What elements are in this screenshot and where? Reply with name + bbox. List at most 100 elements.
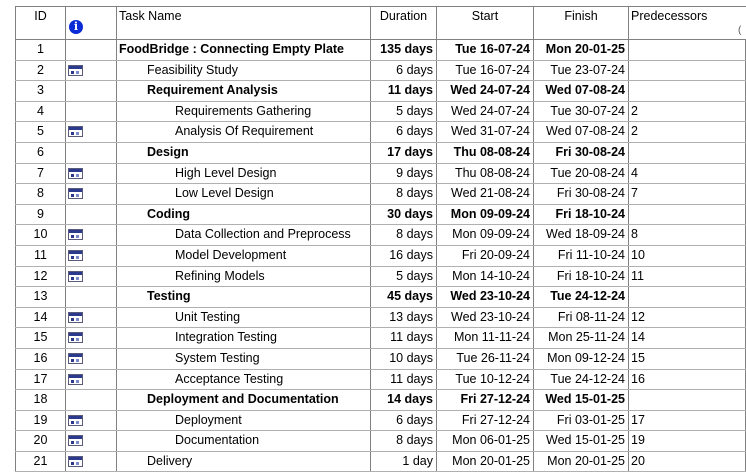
task-predecessors-cell[interactable]: [628, 81, 746, 101]
task-start-cell[interactable]: Wed 23-10-24: [436, 307, 533, 328]
task-finish-cell[interactable]: Wed 15-01-25: [533, 390, 628, 410]
task-duration-cell[interactable]: 17 days: [370, 142, 436, 163]
task-duration-cell[interactable]: 10 days: [370, 348, 436, 369]
task-finish-cell[interactable]: Fri 08-11-24: [533, 307, 628, 328]
task-predecessors-cell[interactable]: 19: [628, 431, 746, 451]
task-id-cell[interactable]: 2: [15, 60, 65, 81]
task-row[interactable]: 19 Deployment 6 days Fri 27-12-24 Fri 03-01-…: [15, 410, 746, 432]
task-start-cell[interactable]: Mon 06-01-25: [436, 431, 533, 451]
task-finish-cell[interactable]: Tue 24-12-24: [533, 287, 628, 307]
task-predecessors-cell[interactable]: 12: [628, 307, 746, 328]
task-finish-cell[interactable]: Tue 30-07-24: [533, 101, 628, 122]
task-duration-cell[interactable]: 16 days: [370, 245, 436, 266]
task-finish-cell[interactable]: Fri 18-10-24: [533, 266, 628, 287]
task-finish-cell[interactable]: Mon 09-12-24: [533, 348, 628, 369]
task-name-cell[interactable]: Design: [116, 142, 370, 163]
task-predecessors-cell[interactable]: [628, 287, 746, 307]
task-indicator-cell[interactable]: [65, 390, 116, 410]
task-indicator-cell[interactable]: [65, 184, 116, 204]
task-id-cell[interactable]: 16: [15, 348, 65, 369]
task-predecessors-cell[interactable]: 4: [628, 163, 746, 184]
task-start-cell[interactable]: Fri 27-12-24: [436, 390, 533, 410]
task-start-cell[interactable]: Wed 21-08-24: [436, 184, 533, 204]
task-start-cell[interactable]: Tue 16-07-24: [436, 60, 533, 81]
task-row[interactable]: 15 Integration Testing 11 days Mon 11-11-24…: [15, 328, 746, 349]
task-indicator-cell[interactable]: [65, 307, 116, 328]
task-start-cell[interactable]: Wed 24-07-24: [436, 81, 533, 101]
task-id-cell[interactable]: 20: [15, 431, 65, 451]
task-finish-cell[interactable]: Fri 11-10-24: [533, 245, 628, 266]
task-id-cell[interactable]: 15: [15, 328, 65, 348]
task-name-cell[interactable]: High Level Design: [116, 163, 370, 184]
task-indicator-cell[interactable]: [65, 369, 116, 390]
task-start-cell[interactable]: Mon 09-09-24: [436, 204, 533, 225]
task-id-cell[interactable]: 1: [15, 40, 65, 60]
task-finish-cell[interactable]: Tue 20-08-24: [533, 163, 628, 184]
task-duration-cell[interactable]: 5 days: [370, 101, 436, 122]
task-start-cell[interactable]: Thu 08-08-24: [436, 142, 533, 163]
task-row[interactable]: 21 Delivery 1 day Mon 20-01-25 Mon 20-01-25 2…: [15, 451, 746, 472]
task-row[interactable]: 20 Documentation 8 days Mon 06-01-25 Wed 15-…: [15, 431, 746, 452]
task-row[interactable]: 9 Coding 30 days Mon 09-09-24 Fri 18-10-24: [15, 204, 746, 226]
task-name-cell[interactable]: FoodBridge : Connecting Empty Plate: [116, 40, 370, 60]
task-row[interactable]: 4 Requirements Gathering 5 days Wed 24-07-2…: [15, 101, 746, 123]
task-row[interactable]: 8 Low Level Design 8 days Wed 21-08-24 Fri 3…: [15, 184, 746, 205]
task-duration-cell[interactable]: 8 days: [370, 431, 436, 451]
task-id-cell[interactable]: 8: [15, 184, 65, 204]
task-predecessors-cell[interactable]: 11: [628, 266, 746, 287]
task-row[interactable]: 11 Model Development 16 days Fri 20-09-24 Fr…: [15, 245, 746, 267]
task-start-cell[interactable]: Mon 09-09-24: [436, 225, 533, 245]
task-indicator-cell[interactable]: [65, 163, 116, 184]
task-duration-cell[interactable]: 13 days: [370, 307, 436, 328]
task-name-cell[interactable]: Low Level Design: [116, 184, 370, 204]
task-duration-cell[interactable]: 5 days: [370, 266, 436, 287]
task-id-cell[interactable]: 4: [15, 101, 65, 122]
task-name-cell[interactable]: Deployment and Documentation: [116, 390, 370, 410]
task-name-cell[interactable]: Analysis Of Requirement: [116, 122, 370, 142]
task-predecessors-cell[interactable]: 20: [628, 451, 746, 472]
task-name-cell[interactable]: Deployment: [116, 410, 370, 431]
task-name-cell[interactable]: Feasibility Study: [116, 60, 370, 81]
task-id-cell[interactable]: 21: [15, 451, 65, 472]
task-row[interactable]: 1 FoodBridge : Connecting Empty Plate 135 …: [15, 40, 746, 61]
task-finish-cell[interactable]: Tue 24-12-24: [533, 369, 628, 390]
task-finish-cell[interactable]: Tue 23-07-24: [533, 60, 628, 81]
task-row[interactable]: 16 System Testing 10 days Tue 26-11-24 Mon 0…: [15, 348, 746, 370]
task-start-cell[interactable]: Wed 23-10-24: [436, 287, 533, 307]
task-duration-cell[interactable]: 11 days: [370, 369, 436, 390]
task-name-cell[interactable]: Requirement Analysis: [116, 81, 370, 101]
task-indicator-cell[interactable]: [65, 410, 116, 431]
task-finish-cell[interactable]: Fri 30-08-24: [533, 184, 628, 204]
task-duration-cell[interactable]: 8 days: [370, 225, 436, 245]
task-name-cell[interactable]: Coding: [116, 204, 370, 225]
task-duration-cell[interactable]: 6 days: [370, 60, 436, 81]
task-predecessors-cell[interactable]: [628, 390, 746, 410]
column-header-id[interactable]: ID: [15, 7, 65, 39]
task-indicator-cell[interactable]: [65, 287, 116, 307]
task-finish-cell[interactable]: Wed 15-01-25: [533, 431, 628, 451]
task-id-cell[interactable]: 5: [15, 122, 65, 142]
task-predecessors-cell[interactable]: [628, 40, 746, 60]
task-id-cell[interactable]: 19: [15, 410, 65, 431]
task-name-cell[interactable]: Delivery: [116, 451, 370, 472]
task-predecessors-cell[interactable]: 8: [628, 225, 746, 245]
task-finish-cell[interactable]: Fri 03-01-25: [533, 410, 628, 431]
task-id-cell[interactable]: 12: [15, 266, 65, 287]
task-start-cell[interactable]: Wed 31-07-24: [436, 122, 533, 142]
task-start-cell[interactable]: Tue 10-12-24: [436, 369, 533, 390]
task-name-cell[interactable]: Acceptance Testing: [116, 369, 370, 390]
task-duration-cell[interactable]: 45 days: [370, 287, 436, 307]
task-name-cell[interactable]: Documentation: [116, 431, 370, 451]
task-finish-cell[interactable]: Wed 18-09-24: [533, 225, 628, 245]
task-start-cell[interactable]: Wed 24-07-24: [436, 101, 533, 122]
task-start-cell[interactable]: Mon 20-01-25: [436, 451, 533, 472]
task-id-cell[interactable]: 17: [15, 369, 65, 390]
column-header-predecessors[interactable]: Predecessors: [628, 7, 746, 39]
task-finish-cell[interactable]: Fri 30-08-24: [533, 142, 628, 163]
task-duration-cell[interactable]: 11 days: [370, 81, 436, 101]
task-predecessors-cell[interactable]: 10: [628, 245, 746, 266]
task-start-cell[interactable]: Fri 27-12-24: [436, 410, 533, 431]
task-row[interactable]: 13 Testing 45 days Wed 23-10-24 Tue 24-12-24: [15, 287, 746, 308]
task-name-cell[interactable]: System Testing: [116, 348, 370, 369]
task-indicator-cell[interactable]: [65, 122, 116, 142]
